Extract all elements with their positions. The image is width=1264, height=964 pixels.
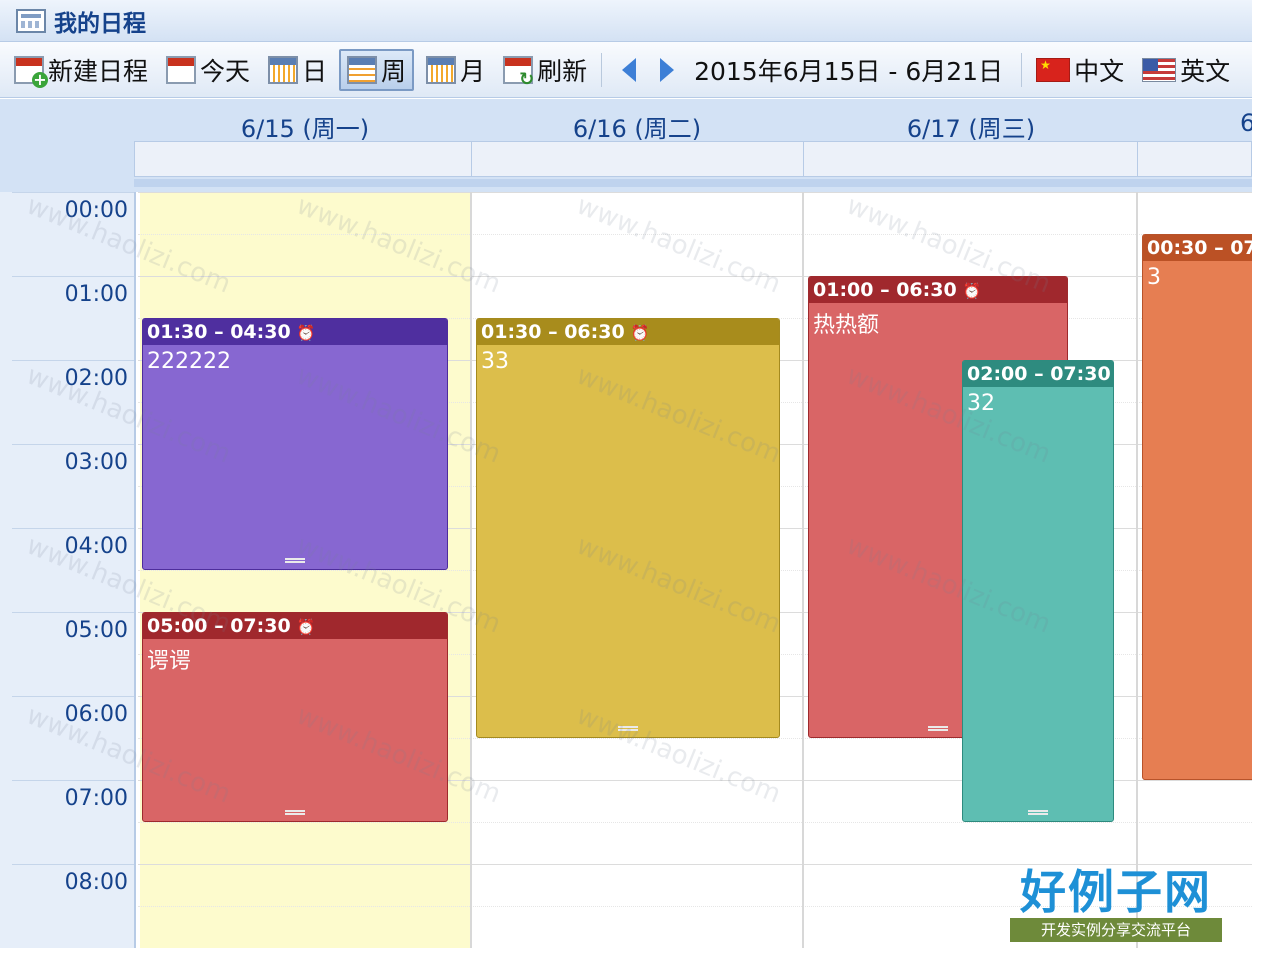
today-icon xyxy=(166,55,197,84)
event-title: 222222 xyxy=(147,349,231,374)
day-header-wed[interactable]: 6/17 (周三) xyxy=(806,109,1136,144)
event-time-header: 01:00 – 06:30 ⏰ xyxy=(809,277,1067,303)
time-label: 05:00 xyxy=(64,618,128,643)
brand-logo: 好例子网 开发实例分享交流平台 xyxy=(1010,866,1222,952)
time-label: 01:00 xyxy=(64,282,128,307)
header-divider xyxy=(134,179,1252,187)
today-label: 今天 xyxy=(200,56,251,86)
event-time-header: 01:30 – 04:30 ⏰ xyxy=(143,319,447,345)
event-card[interactable]: 05:00 – 07:30 ⏰ 谔谔 xyxy=(142,612,448,822)
alarm-icon: ⏰ xyxy=(630,324,650,342)
calendar-icon xyxy=(16,8,46,33)
event-title: 热热额 xyxy=(813,313,880,338)
resize-handle[interactable] xyxy=(1028,810,1048,815)
today-button[interactable]: 今天 xyxy=(160,49,256,91)
week-view-icon xyxy=(347,55,378,84)
resize-handle[interactable] xyxy=(285,558,305,563)
event-time: 01:30 – 04:30 xyxy=(147,321,291,343)
toolbar: 新建日程 今天 日 周 月 刷新 2015年6月15日 - 6月21日 中文 英… xyxy=(0,42,1252,98)
china-flag-icon xyxy=(1036,57,1071,82)
day-header: 6/15 (周一) 6/16 (周二) 6/17 (周三) 6 xyxy=(0,99,1255,192)
prev-arrow-icon[interactable] xyxy=(622,57,637,82)
english-language-label: 英文 xyxy=(1180,56,1231,86)
all-day-row[interactable] xyxy=(134,141,1252,177)
day-header-mon[interactable]: 6/15 (周一) xyxy=(140,109,470,144)
event-time: 02:00 – 07:30 xyxy=(967,363,1111,385)
event-title: 33 xyxy=(481,349,509,374)
event-time-header: 05:00 – 07:30 ⏰ xyxy=(143,613,447,639)
toolbar-separator xyxy=(1021,52,1023,87)
time-label: 03:00 xyxy=(64,450,128,475)
refresh-button[interactable]: 刷新 xyxy=(497,49,593,91)
date-range: 2015年6月15日 - 6月21日 xyxy=(694,56,1004,86)
event-time: 00:30 – 07:00 xyxy=(1147,237,1252,259)
brand-name: 好例子网 xyxy=(1020,865,1212,919)
next-arrow-icon[interactable] xyxy=(660,57,675,82)
event-card[interactable]: 02:00 – 07:30⏰ 32 xyxy=(962,360,1114,822)
day-view-icon xyxy=(268,55,299,84)
refresh-label: 刷新 xyxy=(537,56,588,86)
alarm-icon: ⏰ xyxy=(296,618,316,636)
event-title: 32 xyxy=(967,391,995,416)
time-label: 04:00 xyxy=(64,534,128,559)
resize-handle[interactable] xyxy=(618,726,638,731)
chinese-language-button[interactable]: 中文 xyxy=(1030,49,1130,91)
time-label: 07:00 xyxy=(64,786,128,811)
event-card[interactable]: 01:30 – 06:30 ⏰ 33 xyxy=(476,318,780,738)
week-view-label: 周 xyxy=(381,56,407,86)
event-time: 01:30 – 06:30 xyxy=(481,321,625,343)
time-label: 00:00 xyxy=(64,198,128,223)
event-time: 05:00 – 07:30 xyxy=(147,615,291,637)
new-event-icon xyxy=(14,55,48,88)
event-time: 01:00 – 06:30 xyxy=(813,279,957,301)
english-language-button[interactable]: 英文 xyxy=(1136,49,1236,91)
alarm-icon: ⏰ xyxy=(962,282,982,300)
chinese-language-label: 中文 xyxy=(1074,56,1125,86)
event-card[interactable]: 00:30 – 07:00⏰ 3 xyxy=(1142,234,1252,780)
event-time-header: 02:00 – 07:30⏰ xyxy=(963,361,1113,387)
day-view-button[interactable]: 日 xyxy=(262,49,333,91)
calendar-grid[interactable]: 00:00 01:00 02:00 03:00 04:00 05:00 06:0… xyxy=(0,192,1252,948)
event-card[interactable]: 01:30 – 04:30 ⏰ 222222 xyxy=(142,318,448,570)
new-event-label: 新建日程 xyxy=(48,56,149,86)
us-flag-icon xyxy=(1142,57,1177,82)
toolbar-separator xyxy=(601,52,603,87)
time-label: 06:00 xyxy=(64,702,128,727)
time-label: 02:00 xyxy=(64,366,128,391)
event-title: 3 xyxy=(1147,265,1161,290)
event-title: 谔谔 xyxy=(147,649,192,674)
resize-handle[interactable] xyxy=(285,810,305,815)
window-title-bar: 我的日程 xyxy=(0,0,1252,42)
window-edge xyxy=(1252,0,1264,964)
month-view-label: 月 xyxy=(460,56,486,86)
day-header-tue[interactable]: 6/16 (周二) xyxy=(472,109,802,144)
day-view-label: 日 xyxy=(302,56,328,86)
time-label: 08:00 xyxy=(64,870,128,895)
event-time-header: 01:30 – 06:30 ⏰ xyxy=(477,319,779,345)
month-view-button[interactable]: 月 xyxy=(420,49,491,91)
event-time-header: 00:30 – 07:00⏰ xyxy=(1143,235,1252,261)
month-view-icon xyxy=(426,55,457,84)
alarm-icon: ⏰ xyxy=(296,324,316,342)
week-view-button[interactable]: 周 xyxy=(339,48,415,91)
window-title: 我的日程 xyxy=(54,10,146,37)
time-column: 00:00 01:00 02:00 03:00 04:00 05:00 06:0… xyxy=(0,192,136,948)
new-event-button[interactable]: 新建日程 xyxy=(8,49,154,91)
refresh-icon xyxy=(503,55,537,89)
brand-tagline: 开发实例分享交流平台 xyxy=(1010,918,1222,942)
resize-handle[interactable] xyxy=(928,726,948,731)
